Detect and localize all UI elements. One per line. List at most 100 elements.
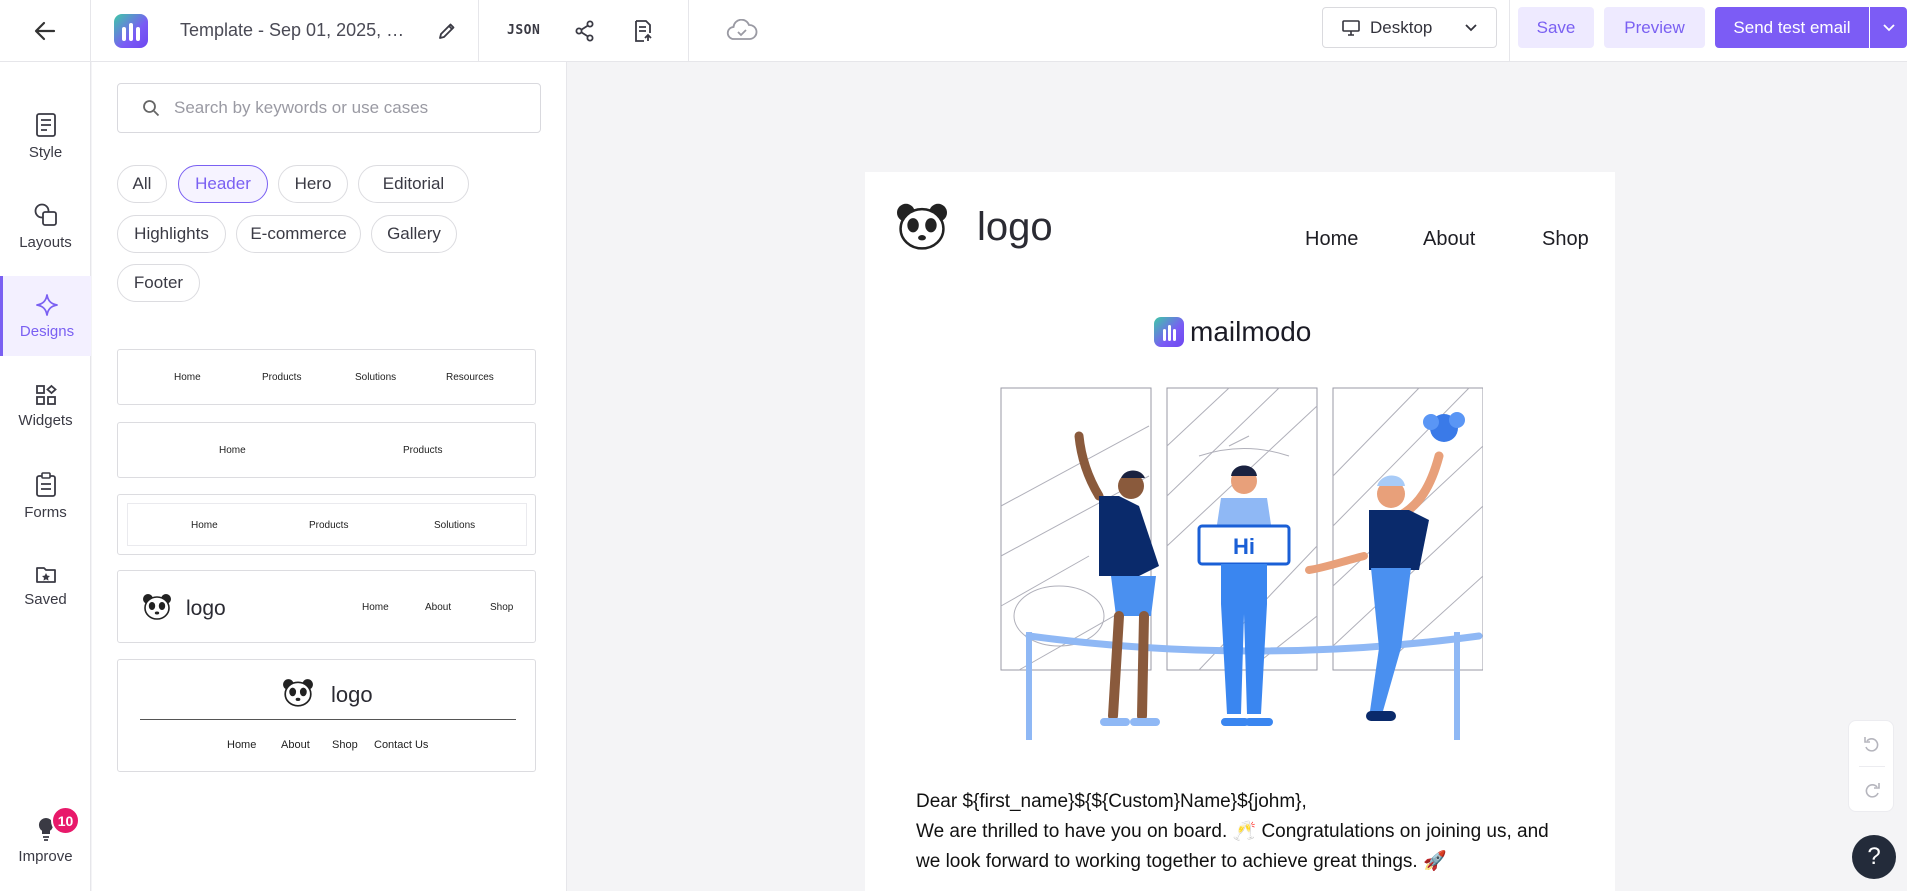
chip-header[interactable]: Header bbox=[178, 165, 268, 203]
back-button[interactable] bbox=[0, 0, 91, 62]
chip-gallery[interactable]: Gallery bbox=[371, 215, 457, 253]
design-card-header-2[interactable]: Home Products bbox=[117, 422, 536, 478]
chip-hero[interactable]: Hero bbox=[278, 165, 348, 203]
send-test-email-button[interactable]: Send test email bbox=[1715, 7, 1869, 48]
card-nav-link: About bbox=[425, 602, 452, 613]
saved-folder-icon bbox=[35, 566, 56, 583]
device-select[interactable]: Desktop bbox=[1322, 7, 1497, 48]
email-greeting: Dear ${first_name}${${Custom}Name}${johm… bbox=[916, 791, 1307, 812]
rail-item-style[interactable]: Style bbox=[0, 96, 91, 176]
widgets-icon bbox=[35, 384, 57, 405]
designs-panel: All Header Hero Editorial Highlights E-c… bbox=[92, 62, 567, 891]
card-nav-link: Home bbox=[191, 520, 218, 531]
card-nav-link: Shop bbox=[332, 739, 358, 751]
monitor-icon bbox=[1342, 19, 1360, 36]
mailmodo-logo-icon bbox=[1154, 317, 1184, 347]
card-nav-link: Home bbox=[174, 372, 201, 383]
chip-all[interactable]: All bbox=[117, 165, 167, 203]
email-body-text[interactable]: Dear ${first_name}${${Custom}Name}${johm… bbox=[916, 787, 1566, 877]
rail-item-designs[interactable]: Designs bbox=[0, 276, 91, 356]
panda-logo-icon bbox=[283, 679, 313, 707]
search-box bbox=[117, 83, 541, 133]
panda-logo-icon bbox=[897, 203, 947, 250]
search-icon bbox=[143, 100, 160, 117]
chevron-down-icon bbox=[1465, 24, 1477, 32]
help-button[interactable]: ? bbox=[1852, 835, 1896, 879]
rail-item-label: Widgets bbox=[18, 411, 73, 429]
email-preview[interactable]: logo Home About Shop mailmodo Hi Dear ${… bbox=[865, 172, 1615, 891]
card-nav-link: Home bbox=[219, 445, 246, 456]
rail-item-label: Saved bbox=[24, 590, 67, 608]
cloud-check-icon bbox=[727, 18, 758, 40]
chip-ecommerce[interactable]: E-commerce bbox=[236, 215, 361, 253]
rename-button[interactable] bbox=[432, 16, 462, 46]
rail-item-label: Style bbox=[28, 143, 63, 161]
search-input[interactable] bbox=[174, 98, 514, 118]
card-nav-link: Products bbox=[309, 520, 349, 531]
app-logo[interactable] bbox=[114, 13, 148, 48]
pencil-icon bbox=[439, 23, 455, 39]
style-icon bbox=[35, 112, 56, 137]
card-nav-link: About bbox=[281, 739, 310, 751]
card-logo-text: logo bbox=[331, 682, 373, 707]
chip-footer[interactable]: Footer bbox=[117, 264, 200, 302]
design-card-header-3[interactable]: Home Products Solutions bbox=[117, 494, 536, 555]
mailmodo-brand: mailmodo bbox=[1154, 316, 1311, 348]
undo-button[interactable] bbox=[1849, 721, 1895, 767]
template-title[interactable]: Template - Sep 01, 2025, 0... bbox=[180, 20, 410, 41]
improve-badge: 10 bbox=[51, 806, 80, 835]
email-logo-text: logo bbox=[977, 205, 1053, 249]
welcome-illustration: Hi bbox=[1000, 387, 1483, 740]
card-nav-link: Contact Us bbox=[374, 739, 429, 751]
email-nav-about[interactable]: About bbox=[1423, 228, 1475, 251]
save-button[interactable]: Save bbox=[1518, 7, 1594, 48]
design-card-header-1[interactable]: Home Products Solutions Resources bbox=[117, 349, 536, 405]
arrow-left-icon bbox=[34, 21, 56, 40]
rail-item-forms[interactable]: Forms bbox=[0, 456, 91, 536]
rail-item-improve[interactable]: 10 Improve bbox=[0, 802, 91, 882]
rail-item-label: Forms bbox=[24, 503, 67, 521]
divider bbox=[1509, 0, 1510, 62]
history-tools bbox=[1848, 720, 1894, 812]
card-nav-link: Home bbox=[227, 739, 257, 751]
card-nav-link: Products bbox=[403, 445, 443, 456]
json-button[interactable]: JSON bbox=[507, 23, 540, 38]
mailmodo-brand-name: mailmodo bbox=[1190, 316, 1312, 347]
email-nav-home[interactable]: Home bbox=[1305, 228, 1358, 251]
email-body-line: We are thrilled to have you on board. 🥂 … bbox=[916, 821, 1549, 842]
card-nav-link: Home bbox=[362, 602, 389, 613]
rail-item-layouts[interactable]: Layouts bbox=[0, 186, 91, 266]
rail-item-label: Improve bbox=[18, 848, 73, 865]
card-nav-link: Products bbox=[262, 372, 302, 383]
email-body-line: we look forward to working together to a… bbox=[916, 851, 1447, 872]
undo-icon bbox=[1864, 737, 1879, 752]
card-nav-link: Solutions bbox=[434, 520, 476, 531]
chip-highlights[interactable]: Highlights bbox=[117, 215, 226, 253]
preview-button[interactable]: Preview bbox=[1604, 7, 1705, 48]
forms-icon bbox=[35, 471, 56, 497]
chevron-down-icon bbox=[1882, 23, 1895, 31]
email-canvas: logo Home About Shop mailmodo Hi Dear ${… bbox=[568, 62, 1907, 891]
card-logo-text: logo bbox=[186, 597, 226, 620]
email-nav-shop[interactable]: Shop bbox=[1542, 228, 1589, 251]
rail-item-widgets[interactable]: Widgets bbox=[0, 366, 91, 446]
device-select-value: Desktop bbox=[1370, 17, 1433, 37]
panda-logo-icon bbox=[143, 594, 171, 620]
redo-button[interactable] bbox=[1849, 767, 1895, 813]
sign-text: Hi bbox=[1233, 534, 1255, 559]
send-options-dropdown[interactable] bbox=[1870, 7, 1907, 48]
rail-item-saved[interactable]: Saved bbox=[0, 546, 91, 626]
share-button[interactable] bbox=[570, 16, 600, 46]
rail-item-label: Layouts bbox=[19, 233, 72, 251]
redo-icon bbox=[1865, 783, 1880, 798]
divider bbox=[478, 0, 479, 62]
card-divider bbox=[140, 719, 516, 720]
export-button[interactable] bbox=[628, 16, 658, 46]
cloud-sync-status bbox=[725, 16, 759, 46]
design-card-header-5[interactable]: logo Home About Shop Contact Us bbox=[117, 659, 536, 772]
chip-editorial[interactable]: Editorial bbox=[358, 165, 469, 203]
card-nav-link: Shop bbox=[490, 602, 514, 613]
question-mark-icon: ? bbox=[1867, 843, 1881, 870]
document-export-icon bbox=[635, 19, 652, 42]
design-card-header-4[interactable]: logo Home About Shop bbox=[117, 570, 536, 643]
